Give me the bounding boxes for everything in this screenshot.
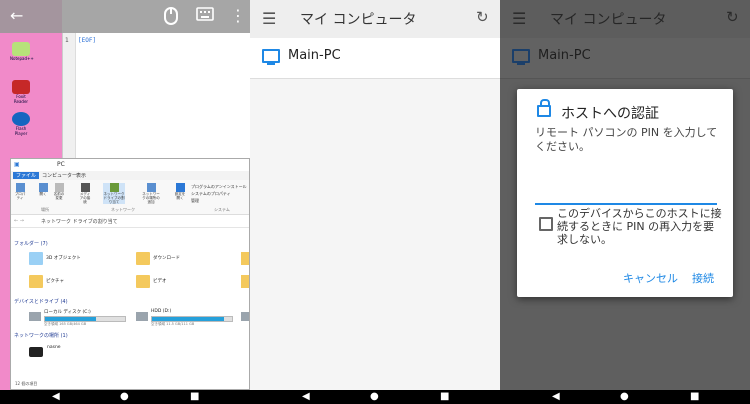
refresh-icon[interactable]: ↻ bbox=[476, 8, 489, 26]
explorer-ribbon: プロパティ 開く 名前の変更 メディアの接続 ネットワークドライブの割り当て ネ… bbox=[11, 180, 249, 215]
tab-view[interactable]: 表示 bbox=[73, 172, 89, 179]
page-title: マイ コンピュータ bbox=[300, 12, 417, 28]
network-drive-icon bbox=[109, 183, 119, 192]
rename-icon bbox=[54, 183, 64, 192]
network-location-icon bbox=[146, 183, 156, 192]
tab-file[interactable]: ファイル bbox=[13, 172, 40, 179]
ribbon-button[interactable]: メディアの接続 bbox=[79, 183, 91, 204]
page-title: マイ コンピュータ bbox=[550, 12, 667, 28]
pin-auth-screen: ☰ マイ コンピュータ ↻ Main-PC ホストへの認証 リモート パソコンの… bbox=[500, 0, 750, 390]
remote-session-view[interactable]: Notepad++ Foxit Reader Flash Player 1 [E… bbox=[0, 0, 250, 390]
properties-icon bbox=[15, 183, 25, 192]
ribbon-button[interactable]: プロパティ bbox=[14, 183, 26, 200]
hamburger-menu-icon[interactable]: ☰ bbox=[512, 9, 526, 28]
nav-back-icon[interactable]: ◀ bbox=[52, 392, 60, 402]
nav-recents-icon[interactable]: ■ bbox=[440, 392, 449, 402]
desktop-icon[interactable]: Flash Player bbox=[10, 112, 32, 136]
remote-text-editor[interactable]: 1 [EOF] bbox=[62, 33, 250, 173]
ribbon-button[interactable]: 名前の変更 bbox=[53, 183, 65, 200]
disk-icon bbox=[29, 312, 41, 321]
ribbon-button[interactable]: 設定を開く bbox=[174, 183, 186, 200]
app-bar: ☰ マイ コンピュータ ↻ bbox=[500, 0, 750, 39]
app-icon bbox=[12, 112, 30, 126]
address-bar[interactable]: ← → ネットワーク ドライブの割り当て bbox=[11, 215, 249, 228]
back-arrow-icon[interactable]: ← bbox=[10, 7, 23, 25]
ribbon-button[interactable]: ネットワークドライブの割り当て bbox=[103, 183, 125, 204]
computer-list-item[interactable]: Main-PC bbox=[500, 38, 750, 79]
folder-icon: ▣ bbox=[14, 161, 20, 168]
explorer-tabs: ファイル コンピューター 表示 bbox=[11, 171, 249, 180]
pin-input[interactable] bbox=[535, 181, 717, 205]
file-explorer-window[interactable]: ▣ PC ファイル コンピューター 表示 プロパティ 開く 名前の変更 メディア… bbox=[10, 158, 250, 390]
app-icon bbox=[12, 80, 30, 94]
desktop-icon[interactable]: Foxit Reader bbox=[10, 80, 32, 104]
nav-home-icon[interactable]: ● bbox=[620, 392, 629, 402]
nav-home-icon[interactable]: ● bbox=[370, 392, 379, 402]
ribbon-button[interactable]: ネットワークの場所の追加 bbox=[141, 183, 161, 204]
network-item[interactable]: nasne bbox=[29, 345, 89, 365]
folder-item[interactable]: ダウンロード bbox=[136, 252, 236, 268]
mouse-icon[interactable] bbox=[164, 7, 178, 29]
drive-item[interactable]: ローカル ディスク (C:) 空き領域 165 GB/464 GB bbox=[29, 309, 139, 329]
host-auth-dialog: ホストへの認証 リモート パソコンの PIN を入力してください。 このデバイス… bbox=[517, 89, 733, 297]
remember-pin-checkbox[interactable] bbox=[539, 217, 553, 231]
refresh-icon[interactable]: ↻ bbox=[726, 8, 739, 26]
folder-icon bbox=[241, 275, 249, 288]
hamburger-menu-icon[interactable]: ☰ bbox=[262, 9, 276, 28]
ribbon-button[interactable]: 開く bbox=[37, 183, 49, 196]
settings-icon bbox=[175, 183, 185, 192]
media-icon bbox=[80, 183, 90, 192]
nav-recents-icon[interactable]: ■ bbox=[690, 392, 699, 402]
remember-pin-label[interactable]: このデバイスからこのホストに接続するときに PIN の再入力を要求しない。 bbox=[557, 207, 723, 246]
app-icon bbox=[12, 42, 30, 56]
monitor-icon bbox=[512, 49, 530, 65]
cancel-button[interactable]: キャンセル bbox=[623, 270, 678, 286]
line-gutter bbox=[63, 33, 76, 173]
computer-name: Main-PC bbox=[538, 48, 591, 63]
folders-header[interactable]: フォルダー (7) bbox=[14, 240, 48, 247]
monitor-icon bbox=[262, 49, 280, 65]
nav-recents-icon[interactable]: ■ bbox=[190, 392, 199, 402]
session-toolbar: ← ⋮ bbox=[0, 0, 250, 33]
more-vert-icon[interactable]: ⋮ bbox=[230, 7, 246, 25]
computer-name: Main-PC bbox=[288, 48, 341, 63]
dialog-message: リモート パソコンの PIN を入力してください。 bbox=[535, 126, 718, 153]
nav-home-icon[interactable]: ● bbox=[120, 392, 129, 402]
nas-icon bbox=[29, 347, 43, 357]
folder-item[interactable]: 3D オブジェクト bbox=[29, 252, 129, 268]
nav-back-icon[interactable]: ◀ bbox=[302, 392, 310, 402]
disk-icon bbox=[241, 312, 249, 321]
system-nav-bar: ◀ ● ■ ◀ ● ■ ◀ ● ■ bbox=[0, 390, 750, 404]
disk-icon bbox=[136, 312, 148, 321]
network-header[interactable]: ネットワークの場所 (1) bbox=[14, 332, 68, 339]
keyboard-icon[interactable] bbox=[196, 7, 214, 25]
drive-item[interactable]: HDD (D:) 空き領域 11.5 GB/111 GB bbox=[136, 309, 246, 329]
ribbon-system-links: プログラムのアンインストール システムのプロパティ 管理 bbox=[191, 184, 247, 203]
open-icon bbox=[38, 183, 48, 192]
connect-button[interactable]: 接続 bbox=[692, 270, 714, 286]
status-bar: 12 個の項目 bbox=[15, 381, 38, 386]
folder-item[interactable]: ピクチャ bbox=[29, 275, 129, 291]
my-computers-screen: ☰ マイ コンピュータ ↻ Main-PC bbox=[250, 0, 500, 390]
desktop-icon[interactable]: Notepad++ bbox=[10, 42, 34, 61]
folder-icon bbox=[241, 252, 249, 265]
lock-icon bbox=[537, 99, 551, 117]
nav-back-icon[interactable]: ◀ bbox=[552, 392, 560, 402]
app-bar: ☰ マイ コンピュータ ↻ bbox=[250, 0, 500, 39]
folder-item[interactable]: ビデオ bbox=[136, 275, 236, 291]
dialog-title: ホストへの認証 bbox=[561, 106, 659, 122]
eof-marker: [EOF] bbox=[78, 37, 97, 44]
nav-arrows-icon[interactable]: ← → bbox=[14, 218, 24, 224]
explorer-titlebar: ▣ PC bbox=[11, 159, 249, 171]
computer-list-item[interactable]: Main-PC bbox=[250, 38, 500, 79]
line-number: 1 bbox=[65, 37, 69, 44]
drives-header[interactable]: デバイスとドライブ (4) bbox=[14, 298, 68, 305]
